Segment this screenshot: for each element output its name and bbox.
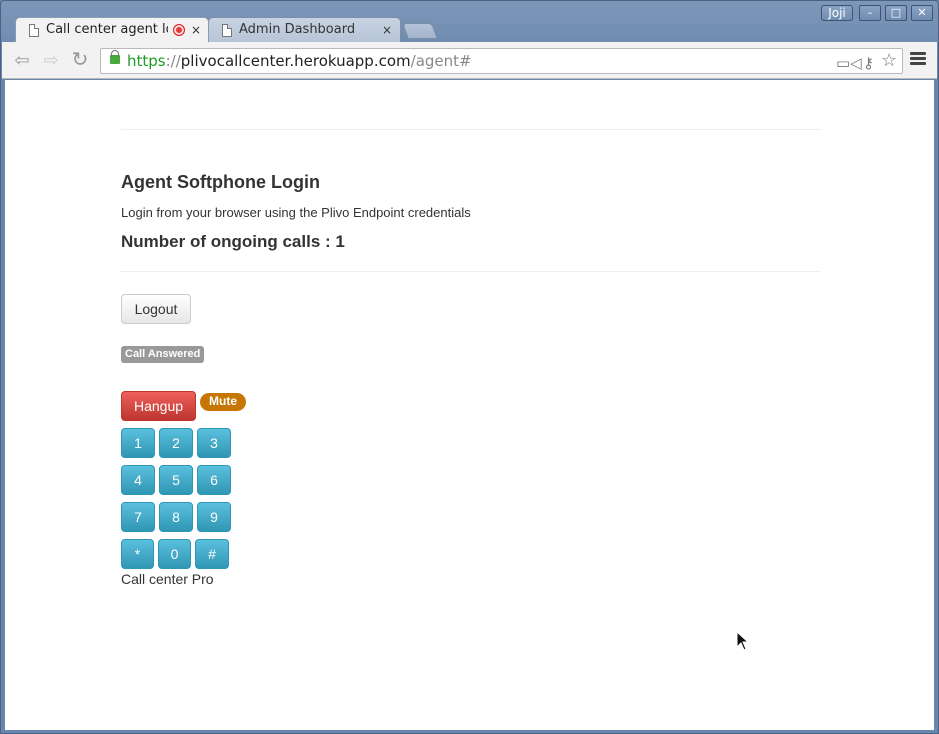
key-5[interactable]: 5: [159, 465, 193, 495]
page-title: Agent Softphone Login: [121, 172, 320, 192]
key-hash[interactable]: #: [195, 539, 229, 569]
back-arrow-icon[interactable]: ⇦: [10, 48, 34, 72]
ongoing-calls-count: Number of ongoing calls : 1: [121, 232, 345, 251]
description: Login from your browser using the Plivo …: [121, 205, 471, 220]
star-icon[interactable]: ☆: [881, 49, 897, 73]
tab-close-icon[interactable]: ×: [191, 18, 201, 42]
key-star[interactable]: *: [121, 539, 154, 569]
forward-arrow-icon[interactable]: ⇨: [39, 48, 63, 72]
url-path: /agent#: [410, 52, 472, 70]
user-switch-button[interactable]: Joji: [821, 5, 853, 21]
key-0[interactable]: 0: [158, 539, 191, 569]
new-tab-button[interactable]: [402, 23, 438, 39]
footer-brand: Call center Pro: [121, 571, 214, 587]
key-3[interactable]: 3: [197, 428, 231, 458]
divider: [121, 271, 821, 272]
minimize-button[interactable]: –: [859, 5, 881, 21]
mouse-cursor-icon: [736, 631, 750, 651]
key-2[interactable]: 2: [159, 428, 193, 458]
tab-title: Call center agent lo: [46, 22, 168, 37]
key-9[interactable]: 9: [197, 502, 231, 532]
key-4[interactable]: 4: [121, 465, 155, 495]
camera-icon[interactable]: ▭◁: [836, 51, 862, 75]
key-7[interactable]: 7: [121, 502, 155, 532]
page-content: Agent Softphone Login Login from your br…: [5, 80, 934, 730]
url-separator: ://: [165, 52, 181, 70]
logout-button[interactable]: Logout: [121, 294, 191, 324]
maximize-button[interactable]: □: [885, 5, 907, 21]
url-host: plivocallcenter.herokuapp.com: [180, 52, 411, 70]
hangup-button[interactable]: Hangup: [121, 391, 196, 421]
tab-admin-dashboard[interactable]: Admin Dashboard ×: [208, 17, 401, 42]
close-window-button[interactable]: ✕: [911, 5, 933, 21]
address-bar[interactable]: https://plivocallcenter.herokuapp.com/ag…: [100, 48, 903, 74]
page-icon: [29, 24, 39, 37]
lock-icon: [110, 50, 120, 64]
tab-call-center-agent[interactable]: Call center agent lo ×: [15, 17, 209, 42]
tab-close-icon[interactable]: ×: [382, 18, 392, 42]
mute-button[interactable]: Mute: [200, 393, 246, 411]
divider: [121, 129, 821, 130]
call-status-label: Call Answered: [121, 346, 205, 363]
key-8[interactable]: 8: [159, 502, 193, 532]
browser-toolbar: ⇦ ⇨ ↻ https://plivocallcenter.herokuapp.…: [2, 42, 937, 79]
reload-icon[interactable]: ↻: [68, 48, 92, 72]
tab-title: Admin Dashboard: [239, 22, 356, 37]
key-6[interactable]: 6: [197, 465, 231, 495]
page-icon: [222, 24, 232, 37]
key-icon[interactable]: ⚷: [863, 51, 874, 75]
url-scheme: https: [127, 52, 166, 70]
browser-window: Joji – □ ✕ Call center agent lo × Admin …: [0, 0, 939, 734]
recording-icon: [173, 24, 185, 36]
key-1[interactable]: 1: [121, 428, 155, 458]
hamburger-menu-icon[interactable]: [910, 52, 926, 68]
